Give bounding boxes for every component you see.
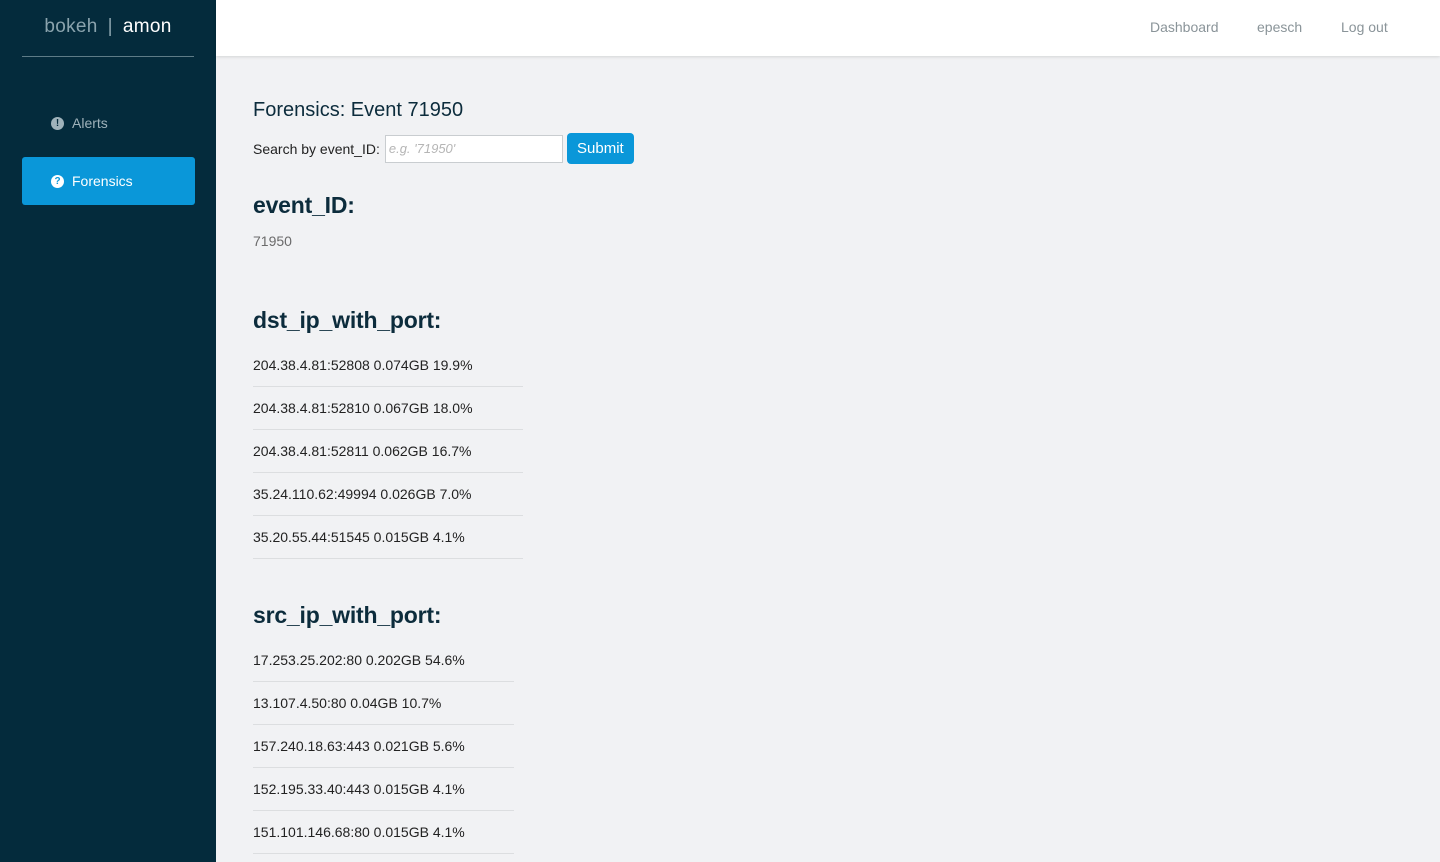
list-item: 35.24.110.62:49994 0.026GB 7.0% [253,473,523,516]
search-label: Search by event_ID: [253,140,380,157]
list-item: 157.240.18.63:443 0.021GB 5.6% [253,725,514,768]
src-ip-heading: src_ip_with_port: [253,602,442,628]
dst-ip-heading: dst_ip_with_port: [253,307,442,333]
event-id-value: 71950 [253,233,292,249]
submit-button[interactable]: Submit [566,133,634,164]
list-item: 17.253.25.202:80 0.202GB 54.6% [253,639,514,682]
list-item: 13.107.4.50:80 0.04GB 10.7% [253,682,514,725]
sidebar: bokeh | amon ! Alerts ? Forensics [0,0,216,862]
list-item: 151.101.146.68:80 0.015GB 4.1% [253,811,514,854]
list-item: 204.38.4.81:52811 0.062GB 16.7% [253,430,523,473]
list-item: 204.38.4.81:52808 0.074GB 19.9% [253,344,523,387]
sidebar-item-forensics[interactable]: ? Forensics [22,157,195,205]
src-ip-list: 17.253.25.202:80 0.202GB 54.6% 13.107.4.… [253,639,514,854]
sidebar-item-label: Alerts [72,115,108,131]
list-item: 152.195.33.40:443 0.015GB 4.1% [253,768,514,811]
nav-link-user[interactable]: epesch [1257,19,1302,35]
brand-logo[interactable]: bokeh | amon [22,0,194,57]
brand-left: bokeh [44,16,98,37]
page-title: Forensics: Event 71950 [253,99,464,121]
brand-separator: | [107,16,113,37]
dst-ip-list: 204.38.4.81:52808 0.074GB 19.9% 204.38.4… [253,344,523,559]
event-id-heading: event_ID: [253,192,355,218]
sidebar-item-alerts[interactable]: ! Alerts [22,99,195,147]
question-circle-icon: ? [51,174,64,188]
list-item: 35.20.55.44:51545 0.015GB 4.1% [253,516,523,559]
sidebar-item-label: Forensics [72,173,133,189]
exclamation-circle-icon: ! [51,116,64,130]
nav-link-dashboard[interactable]: Dashboard [1150,19,1219,35]
top-navbar: Dashboard epesch Log out [216,0,1440,56]
list-item: 204.38.4.81:52810 0.067GB 18.0% [253,387,523,430]
search-form: Search by event_ID: Submit [253,133,634,164]
nav-link-logout[interactable]: Log out [1341,19,1388,35]
event-id-search-input[interactable] [384,134,563,163]
brand-right: amon [122,16,172,37]
